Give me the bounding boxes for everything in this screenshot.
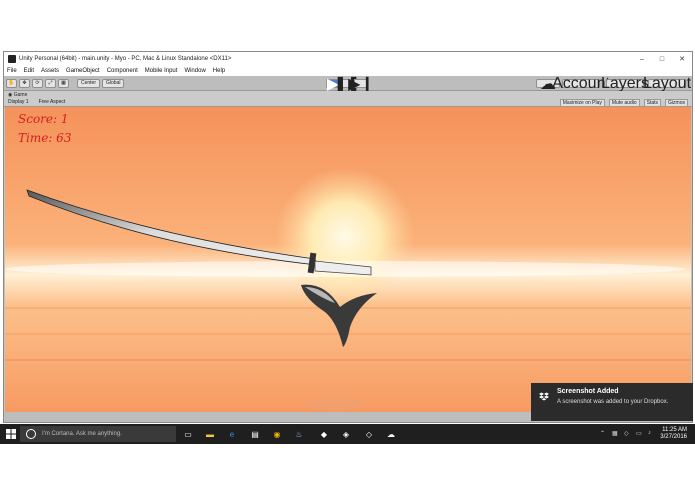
store-icon[interactable]: ▤ [249,428,261,440]
tray-volume-icon[interactable]: ♪ [648,430,651,436]
edge-icon[interactable]: e [226,428,238,440]
scale-tool-button[interactable]: ⤢ [45,78,56,88]
menu-file[interactable]: File [7,68,17,74]
menu-mobile-input[interactable]: Mobile Input [145,68,178,74]
unity-logo-icon [8,55,16,63]
menu-component[interactable]: Component [107,68,138,74]
layers-dropdown[interactable]: Layers [601,75,649,92]
layout-dropdown[interactable]: Layout [643,75,691,92]
hand-tool-button[interactable]: ✋ [6,78,17,88]
step-button[interactable]: ▶❙ [348,76,374,93]
system-clock[interactable]: 11:25 AM 3/27/2016 [660,427,687,441]
unity-window: Unity Personal (64bit) - main.unity - My… [3,51,693,423]
unity-hub-taskbar-icon[interactable]: ◇ [363,428,375,440]
gizmos-dropdown[interactable]: Gizmos [665,99,688,107]
windows-taskbar: I'm Cortana. Ask me anything. ▭ ▬ e ▤ ◉ … [0,424,695,444]
task-view-icon[interactable]: ▭ [182,428,194,440]
unity-taskbar-icon[interactable]: ◆ [318,428,330,440]
sun-glow [275,167,415,307]
cortana-search[interactable]: I'm Cortana. Ask me anything. [20,426,176,442]
account-dropdown[interactable]: Account [552,75,610,92]
display-dropdown[interactable]: Display 1 [8,99,29,105]
windows-start-icon[interactable] [6,429,16,439]
cloud-app-taskbar-icon[interactable]: ☁ [385,428,397,440]
clock-time: 11:25 AM [662,427,687,433]
rect-tool-button[interactable]: ▦ [58,78,69,88]
chrome-icon[interactable]: ◉ [271,428,283,440]
right-toolbar: ☁ Account Layers Layout [534,75,691,93]
minimize-button[interactable]: – [632,56,652,63]
move-tool-button[interactable]: ✥ [19,78,30,88]
menu-gameobject[interactable]: GameObject [66,68,100,74]
game-view-header: ◉ Game Display 1 Free Aspect Maximize on… [4,91,692,107]
maximize-on-play-toggle[interactable]: Maximize on Play [559,99,605,107]
cortana-search-text: I'm Cortana. Ask me anything. [42,431,122,437]
window-title: Unity Personal (64bit) - main.unity - My… [19,56,232,62]
mute-audio-toggle[interactable]: Mute audio [608,99,640,107]
space-toggle[interactable]: Global [102,78,125,88]
score-label: Score: 1 [18,112,69,126]
tray-battery-icon[interactable]: ▭ [636,430,642,437]
game-tab[interactable]: Game [14,92,28,98]
app-taskbar-icon[interactable]: ◈ [340,428,352,440]
file-explorer-icon[interactable]: ▬ [204,428,216,440]
clock-date: 3/27/2016 [660,434,687,440]
menu-help[interactable]: Help [213,68,225,74]
rotate-tool-button[interactable]: ⟳ [32,78,43,88]
tray-network-icon[interactable]: ▦ [612,430,618,437]
notification-title: Screenshot Added [557,388,619,395]
notification-message: A screenshot was added to your Dropbox. [557,399,669,405]
steam-icon[interactable]: ♨ [293,428,305,440]
cortana-icon [26,429,36,439]
dropbox-notification[interactable]: Screenshot Added A screenshot was added … [531,383,693,421]
time-label: Time: 63 [18,131,72,145]
game-scene [5,107,691,412]
game-viewport[interactable]: Score: 1 Time: 63 [5,107,691,412]
menu-assets[interactable]: Assets [41,68,59,74]
stats-toggle[interactable]: Stats [643,99,662,107]
window-titlebar[interactable]: Unity Personal (64bit) - main.unity - My… [4,52,692,66]
menu-window[interactable]: Window [184,68,205,74]
play-controls: ▶ ❚❚ ▶❙ [326,76,374,93]
pivot-toggle[interactable]: Center [77,78,101,88]
tray-dropbox-icon[interactable]: ◇ [624,430,629,437]
close-button[interactable]: ✕ [672,55,692,63]
menu-edit[interactable]: Edit [24,68,34,74]
maximize-button[interactable]: □ [652,56,672,63]
tray-up-arrow-icon[interactable]: ⌃ [600,430,605,437]
dropbox-icon [539,392,549,401]
aspect-dropdown[interactable]: Free Aspect [39,99,66,105]
